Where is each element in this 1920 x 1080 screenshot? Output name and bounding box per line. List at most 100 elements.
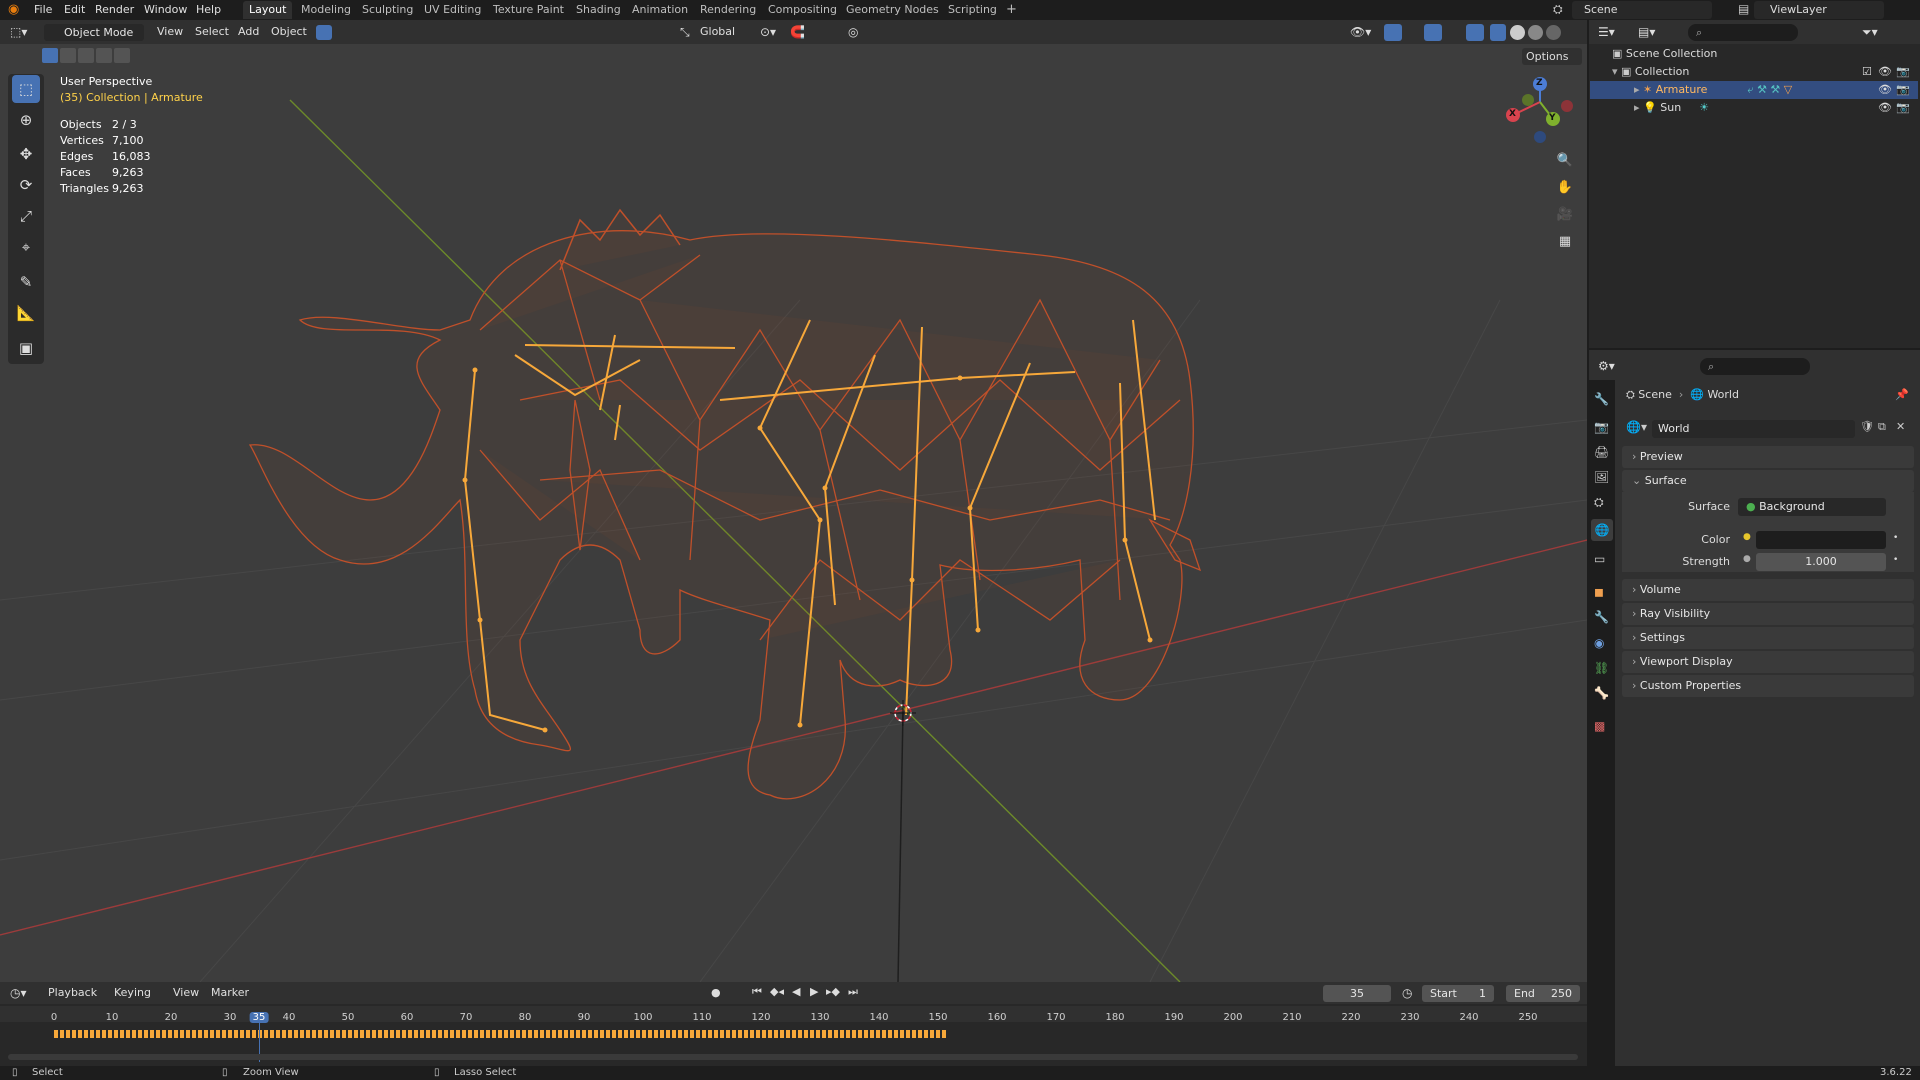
- filter-icon[interactable]: ⏷▾: [1862, 25, 1878, 40]
- keyframe-strip[interactable]: [54, 1030, 948, 1038]
- timeline-menu-view[interactable]: View: [173, 986, 199, 999]
- sun-render-icon[interactable]: 📷: [1896, 101, 1910, 114]
- rotate-tool-icon[interactable]: ⟳: [12, 171, 40, 199]
- wireframe-shading-icon[interactable]: [1490, 24, 1506, 41]
- world-tab-icon[interactable]: 🌐: [1591, 519, 1613, 541]
- expand-arrow-icon[interactable]: ▾: [1612, 65, 1621, 78]
- modifier-tab-icon[interactable]: 🔧: [1594, 610, 1609, 624]
- viewport-menu-view[interactable]: View: [157, 20, 183, 44]
- tab-sculpting[interactable]: Sculpting: [356, 1, 419, 19]
- tab-layout[interactable]: Layout: [243, 1, 293, 19]
- outliner-editor-icon[interactable]: ☰▾: [1598, 25, 1615, 39]
- material-shading-icon[interactable]: [1528, 25, 1543, 40]
- collection-render-icon[interactable]: 📷: [1896, 65, 1910, 78]
- timeline-menu-keying[interactable]: Keying: [114, 986, 151, 999]
- timeline-menu-playback[interactable]: Playback: [48, 986, 97, 999]
- viewport-menu-select[interactable]: Select: [195, 20, 229, 44]
- transform-tool-icon[interactable]: ⌖: [12, 233, 40, 261]
- menu-window[interactable]: Window: [144, 0, 187, 20]
- panel-viewport-display[interactable]: › Viewport Display: [1622, 651, 1914, 673]
- tab-geometry-nodes[interactable]: Geometry Nodes: [840, 1, 945, 19]
- overlays-toggle-icon[interactable]: [1424, 24, 1442, 41]
- tab-uv-editing[interactable]: UV Editing: [418, 1, 487, 19]
- panel-settings[interactable]: › Settings: [1622, 627, 1914, 649]
- constraint-tab-icon[interactable]: ⛓: [1594, 661, 1609, 675]
- solid-shading-icon[interactable]: [1510, 25, 1525, 40]
- annotate-tool-icon[interactable]: ✎: [12, 268, 40, 296]
- tab-rendering[interactable]: Rendering: [694, 1, 762, 19]
- add-workspace-button[interactable]: +: [1000, 1, 1023, 19]
- armature-visibility-icon[interactable]: 👁: [1878, 83, 1892, 96]
- properties-editor-icon[interactable]: ⚙▾: [1598, 359, 1615, 373]
- menu-file[interactable]: File: [34, 0, 52, 20]
- select-subtract-icon[interactable]: [78, 48, 94, 63]
- cursor-tool-icon[interactable]: ⊕: [12, 106, 40, 134]
- current-frame-field[interactable]: 35: [1323, 985, 1391, 1002]
- world-browse-icon[interactable]: 🌐▾: [1626, 420, 1647, 434]
- strength-field[interactable]: 1.000: [1756, 553, 1886, 571]
- object-tab-icon[interactable]: ◼: [1594, 585, 1604, 599]
- select-intersect-icon[interactable]: [114, 48, 130, 63]
- zoom-view-icon[interactable]: 🔍: [1553, 148, 1577, 172]
- proportional-edit-icon[interactable]: ◎: [848, 25, 858, 39]
- armature-data-tab-icon[interactable]: 🦴: [1594, 686, 1609, 700]
- color-keyframe-icon[interactable]: •: [1893, 533, 1898, 543]
- xray-toggle-icon[interactable]: [1466, 24, 1484, 41]
- render-tab-icon[interactable]: 📷: [1594, 420, 1609, 434]
- timeline-menu-marker[interactable]: Marker: [211, 986, 249, 999]
- jump-start-icon[interactable]: ⏮: [752, 985, 762, 999]
- armature-render-icon[interactable]: 📷: [1896, 83, 1910, 96]
- outliner-scene-collection[interactable]: ▣ Scene Collection: [1612, 45, 1912, 63]
- expand-arrow-icon[interactable]: ▸: [1634, 83, 1643, 96]
- unlink-world-icon[interactable]: ✕: [1896, 420, 1905, 433]
- outliner-search[interactable]: ⌕: [1688, 24, 1798, 41]
- select-invert-icon[interactable]: [96, 48, 112, 63]
- texture-tab-icon[interactable]: ▩: [1594, 719, 1605, 733]
- duplicate-world-icon[interactable]: ⧉: [1878, 420, 1886, 434]
- strength-keyframe-icon[interactable]: •: [1893, 555, 1898, 565]
- select-box-tool-icon[interactable]: ⬚: [12, 75, 40, 103]
- panel-surface[interactable]: ⌄ Surface: [1622, 470, 1914, 492]
- camera-view-icon[interactable]: 🎥: [1553, 202, 1577, 226]
- 3d-viewport[interactable]: [0, 20, 1587, 982]
- scene-tab-icon[interactable]: ⛭: [1594, 495, 1604, 510]
- tab-animation[interactable]: Animation: [626, 1, 694, 19]
- tab-modeling[interactable]: Modeling: [295, 1, 357, 19]
- record-keyframe-icon[interactable]: ●: [711, 986, 721, 999]
- physics-tab-icon[interactable]: ◉: [1594, 636, 1604, 650]
- output-tab-icon[interactable]: 🖨: [1594, 445, 1609, 459]
- pin-icon[interactable]: 📌: [1895, 388, 1909, 401]
- rendered-shading-icon[interactable]: [1546, 25, 1561, 40]
- tab-texture-paint[interactable]: Texture Paint: [487, 1, 570, 19]
- tab-shading[interactable]: Shading: [570, 1, 627, 19]
- select-extend-icon[interactable]: [60, 48, 76, 63]
- preview-range-icon[interactable]: ◷: [1402, 986, 1412, 1000]
- collection-checkbox-icon[interactable]: ☑: [1862, 65, 1872, 78]
- collection-tab-icon[interactable]: ▭: [1594, 552, 1605, 566]
- tab-scripting[interactable]: Scripting: [942, 1, 1003, 19]
- menu-help[interactable]: Help: [196, 0, 221, 20]
- tab-compositing[interactable]: Compositing: [762, 1, 843, 19]
- panel-preview[interactable]: › Preview: [1622, 446, 1914, 468]
- editor-type-icon[interactable]: ⬚▾: [10, 25, 27, 39]
- pivot-point-icon[interactable]: ⊙▾: [760, 25, 776, 39]
- scene-selector[interactable]: Scene: [1572, 1, 1712, 19]
- properties-search[interactable]: ⌕: [1700, 358, 1810, 375]
- gizmo-toggle-icon[interactable]: [1384, 24, 1402, 41]
- expand-arrow-icon[interactable]: ▸: [1634, 101, 1643, 114]
- panel-custom-properties[interactable]: › Custom Properties: [1622, 675, 1914, 697]
- move-tool-icon[interactable]: ✥: [12, 140, 40, 168]
- blender-logo-icon[interactable]: ◉: [8, 2, 24, 18]
- mode-selector[interactable]: Object Mode: [44, 24, 144, 41]
- collection-visibility-icon[interactable]: 👁: [1878, 65, 1892, 78]
- menu-render[interactable]: Render: [95, 0, 134, 20]
- start-frame-field[interactable]: Start 1: [1422, 985, 1494, 1002]
- next-keyframe-icon[interactable]: ▸◆: [826, 985, 840, 998]
- play-reverse-icon[interactable]: ◀: [792, 985, 800, 998]
- view-layer-tab-icon[interactable]: 🖼: [1594, 470, 1609, 484]
- view-layer-selector[interactable]: ViewLayer: [1754, 1, 1884, 19]
- tool-tab-icon[interactable]: 🔧: [1594, 392, 1609, 406]
- menu-edit[interactable]: Edit: [64, 0, 85, 20]
- sun-visibility-icon[interactable]: 👁: [1878, 101, 1892, 114]
- viewport-menu-object[interactable]: Object: [271, 20, 307, 44]
